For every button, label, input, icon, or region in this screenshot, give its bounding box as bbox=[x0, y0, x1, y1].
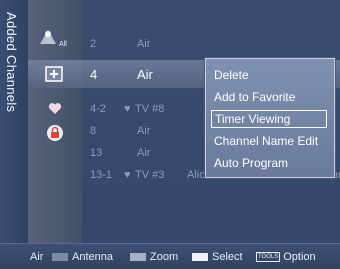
favorite-heart-icon bbox=[48, 103, 62, 114]
option-hint[interactable]: TOOLS Option bbox=[256, 251, 316, 263]
channel-list-screen: Added Channels All 2 Air 4 Air 4-2 ♥ TV … bbox=[0, 0, 340, 269]
channel-number: 8 bbox=[90, 125, 97, 137]
all-channels-icon bbox=[40, 30, 56, 44]
air-label: Air bbox=[30, 251, 44, 263]
option-label: Option bbox=[283, 251, 316, 263]
category-added[interactable] bbox=[28, 60, 82, 88]
channel-number: 13 bbox=[90, 147, 103, 159]
antenna-hint[interactable]: Antenna bbox=[52, 251, 113, 263]
menu-item-timer-viewing[interactable]: Timer Viewing bbox=[211, 110, 327, 128]
channel-number: 4-2 bbox=[90, 103, 106, 115]
antenna-label: Antenna bbox=[72, 251, 113, 263]
channel-name: Air bbox=[137, 125, 151, 137]
red-button-icon bbox=[52, 253, 68, 262]
zoom-hint[interactable]: Zoom bbox=[130, 251, 178, 263]
channel-number: 13-1 bbox=[90, 169, 113, 181]
side-title-strip: Added Channels bbox=[0, 0, 29, 243]
channel-number: 4 bbox=[90, 67, 98, 82]
channel-name: Air bbox=[137, 147, 151, 159]
select-label: Select bbox=[212, 251, 243, 263]
enter-button-icon bbox=[192, 253, 208, 262]
menu-item-add-to-favorite[interactable]: Add to Favorite bbox=[211, 88, 330, 106]
channel-name: TV #3 bbox=[135, 169, 165, 181]
channel-number: 2 bbox=[90, 38, 97, 50]
added-channel-icon bbox=[45, 66, 63, 82]
channel-name: Air bbox=[137, 67, 153, 82]
channel-row[interactable]: 2 Air bbox=[82, 33, 340, 55]
category-locked[interactable] bbox=[28, 120, 82, 148]
all-label: All bbox=[59, 41, 67, 48]
locked-channel-icon bbox=[47, 125, 63, 141]
tools-button-icon: TOOLS bbox=[256, 252, 281, 263]
channel-name: Air bbox=[137, 38, 151, 50]
channel-name: TV #8 bbox=[135, 103, 165, 115]
category-all[interactable]: All bbox=[28, 22, 82, 52]
menu-item-channel-name-edit[interactable]: Channel Name Edit bbox=[211, 132, 330, 150]
option-menu: Delete Add to Favorite Timer Viewing Cha… bbox=[205, 58, 335, 178]
menu-item-delete[interactable]: Delete bbox=[211, 66, 330, 84]
category-favorite[interactable] bbox=[28, 98, 82, 120]
bottom-help-bar: Air Antenna Zoom Select TOOLS Option bbox=[0, 243, 340, 269]
zoom-button-icon bbox=[130, 253, 146, 262]
menu-item-auto-program[interactable]: Auto Program bbox=[211, 154, 330, 172]
favorite-marker: ♥ bbox=[124, 169, 131, 181]
favorite-marker: ♥ bbox=[124, 103, 131, 115]
screen-title: Added Channels bbox=[4, 12, 19, 113]
select-hint[interactable]: Select bbox=[192, 251, 243, 263]
zoom-label: Zoom bbox=[150, 251, 179, 263]
